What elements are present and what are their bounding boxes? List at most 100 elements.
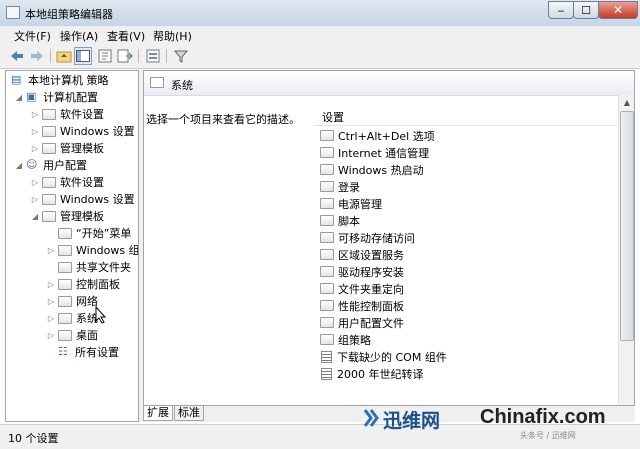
menu-action[interactable]: 操作(A) [60, 28, 98, 44]
tree-cc-admin[interactable]: ▷ 管理模板 [30, 140, 104, 156]
list-item[interactable]: 下载缺少的 COM 组件 [320, 348, 447, 365]
export-list-icon[interactable] [116, 47, 134, 65]
filter-icon[interactable] [172, 47, 190, 65]
tree-pane[interactable]: ▤ 本地计算机 策略 ◢ ▣ 计算机配置 ▷ 软件设置 ▷ Windows 设置… [5, 70, 139, 422]
list-item[interactable]: Ctrl+Alt+Del 选项 [320, 127, 435, 144]
tree-label: Windows 设置 [60, 125, 135, 138]
column-header-setting[interactable]: 设置 [314, 105, 634, 126]
expand-icon[interactable]: ▷ [46, 246, 56, 255]
tree-cc-windows[interactable]: ▷ Windows 设置 [30, 123, 135, 139]
expand-icon[interactable]: ▷ [30, 144, 40, 153]
list-item[interactable]: 可移动存储访问 [320, 229, 415, 246]
scrollbar-thumb[interactable] [620, 111, 634, 341]
expand-icon[interactable]: ▷ [46, 331, 56, 340]
list-item-label: 用户配置文件 [338, 316, 404, 330]
list-item[interactable]: 登录 [320, 178, 360, 195]
tree-network[interactable]: ▷ 网络 [46, 293, 98, 309]
list-item[interactable]: 用户配置文件 [320, 314, 404, 331]
tree-uc-software[interactable]: ▷ 软件设置 [30, 174, 104, 190]
tab-standard[interactable]: 标准 [174, 406, 204, 421]
tree-start-menu[interactable]: “开始”菜单 [46, 225, 131, 241]
tree-uc-windows[interactable]: ▷ Windows 设置 [30, 191, 135, 207]
folder-icon [42, 125, 56, 137]
tab-extended[interactable]: 扩展 [143, 406, 173, 421]
folder-icon [320, 147, 334, 158]
collapse-icon[interactable]: ◢ [30, 212, 40, 221]
details-pane: 系统 选择一个项目来查看它的描述。 设置 Ctrl+Alt+Del 选项 Int… [143, 70, 635, 406]
show-hide-tree-icon[interactable] [74, 47, 92, 65]
tree-shared-folders[interactable]: 共享文件夹 [46, 259, 131, 275]
folder-icon [58, 295, 72, 307]
tree-label: 管理模板 [60, 142, 104, 155]
vertical-scrollbar[interactable]: ▲ [618, 95, 634, 405]
forward-arrow-icon[interactable] [28, 47, 46, 65]
menu-help[interactable]: 帮助(H) [153, 28, 192, 44]
expand-icon[interactable]: ▷ [30, 195, 40, 204]
list-item[interactable]: 脚本 [320, 212, 360, 229]
tree-control-panel[interactable]: ▷ 控制面板 [46, 276, 120, 292]
tree-computer-config[interactable]: ◢ ▣ 计算机配置 [14, 89, 98, 105]
folder-icon [150, 77, 164, 88]
list-item[interactable]: Internet 通信管理 [320, 144, 429, 161]
folder-icon [320, 130, 334, 141]
settings-list-icon: ☷ [58, 345, 68, 358]
list-item[interactable]: 文件夹重定向 [320, 280, 404, 297]
expand-icon[interactable]: ▷ [46, 314, 56, 323]
tree-root[interactable]: ▤ 本地计算机 策略 [9, 72, 109, 88]
tree-uc-admin[interactable]: ◢ 管理模板 [30, 208, 104, 224]
close-button[interactable]: ✕ [598, 1, 638, 19]
maximize-button[interactable]: ☐ [573, 1, 599, 19]
list-item[interactable]: 性能控制面板 [320, 297, 404, 314]
tree-desktop[interactable]: ▷ 桌面 [46, 327, 98, 343]
collapse-icon[interactable]: ◢ [14, 161, 24, 170]
expand-icon[interactable]: ▷ [46, 280, 56, 289]
tree-windows-components[interactable]: ▷ Windows 组件 [46, 242, 138, 258]
folder-icon [42, 108, 56, 120]
list-item-label: 驱动程序安装 [338, 265, 404, 279]
tree-label: 软件设置 [60, 108, 104, 121]
folder-icon [58, 329, 72, 341]
list-item-label: 性能控制面板 [338, 299, 404, 313]
list-item[interactable]: 2000 年世纪转译 [320, 365, 424, 382]
list-item[interactable]: 区域设置服务 [320, 246, 404, 263]
menu-bar: 文件(F) 操作(A) 查看(V) 帮助(H) [0, 26, 640, 44]
folder-icon [320, 300, 334, 311]
close-icon: ✕ [612, 3, 624, 17]
list-item-label: 可移动存储访问 [338, 231, 415, 245]
folder-icon [58, 261, 72, 273]
list-item[interactable]: 电源管理 [320, 195, 382, 212]
list-item-label: Windows 热启动 [338, 163, 424, 177]
tree-user-config[interactable]: ◢ ☺ 用户配置 [14, 157, 87, 173]
scroll-up-icon[interactable]: ▲ [619, 95, 634, 111]
folder-icon [42, 142, 56, 154]
expand-icon[interactable]: ▷ [46, 297, 56, 306]
toolbar-separator [166, 49, 167, 63]
status-text: 10 个设置 [8, 432, 59, 445]
tree-label: 共享文件夹 [76, 261, 131, 274]
title-bar[interactable]: 本地组策略编辑器 ‒ ☐ ✕ [0, 0, 640, 27]
tree-cc-software[interactable]: ▷ 软件设置 [30, 106, 104, 122]
refresh-icon[interactable] [96, 47, 114, 65]
tree-system[interactable]: ▷ 系统 [46, 310, 98, 326]
list-item[interactable]: Windows 热启动 [320, 161, 424, 178]
back-arrow-icon[interactable] [8, 47, 26, 65]
folder-icon [42, 210, 56, 222]
properties-icon[interactable] [144, 47, 162, 65]
list-item[interactable]: 组策略 [320, 331, 371, 348]
tree-label: Windows 设置 [60, 193, 135, 206]
policy-icon: ▤ [11, 73, 22, 86]
expand-icon[interactable]: ▷ [30, 127, 40, 136]
menu-file[interactable]: 文件(F) [14, 28, 51, 44]
maximize-icon: ☐ [581, 3, 591, 17]
expand-icon[interactable]: ▷ [30, 178, 40, 187]
tree-all-settings[interactable]: ☷ 所有设置 [46, 344, 119, 360]
expand-icon[interactable]: ▷ [30, 110, 40, 119]
minimize-icon: ‒ [557, 3, 565, 17]
list-item-label: Ctrl+Alt+Del 选项 [338, 129, 435, 143]
list-item[interactable]: 驱动程序安装 [320, 263, 404, 280]
up-folder-icon[interactable] [55, 47, 73, 65]
collapse-icon[interactable]: ◢ [14, 93, 24, 102]
details-header: 系统 [144, 71, 634, 96]
minimize-button[interactable]: ‒ [548, 1, 574, 19]
menu-view[interactable]: 查看(V) [107, 28, 145, 44]
